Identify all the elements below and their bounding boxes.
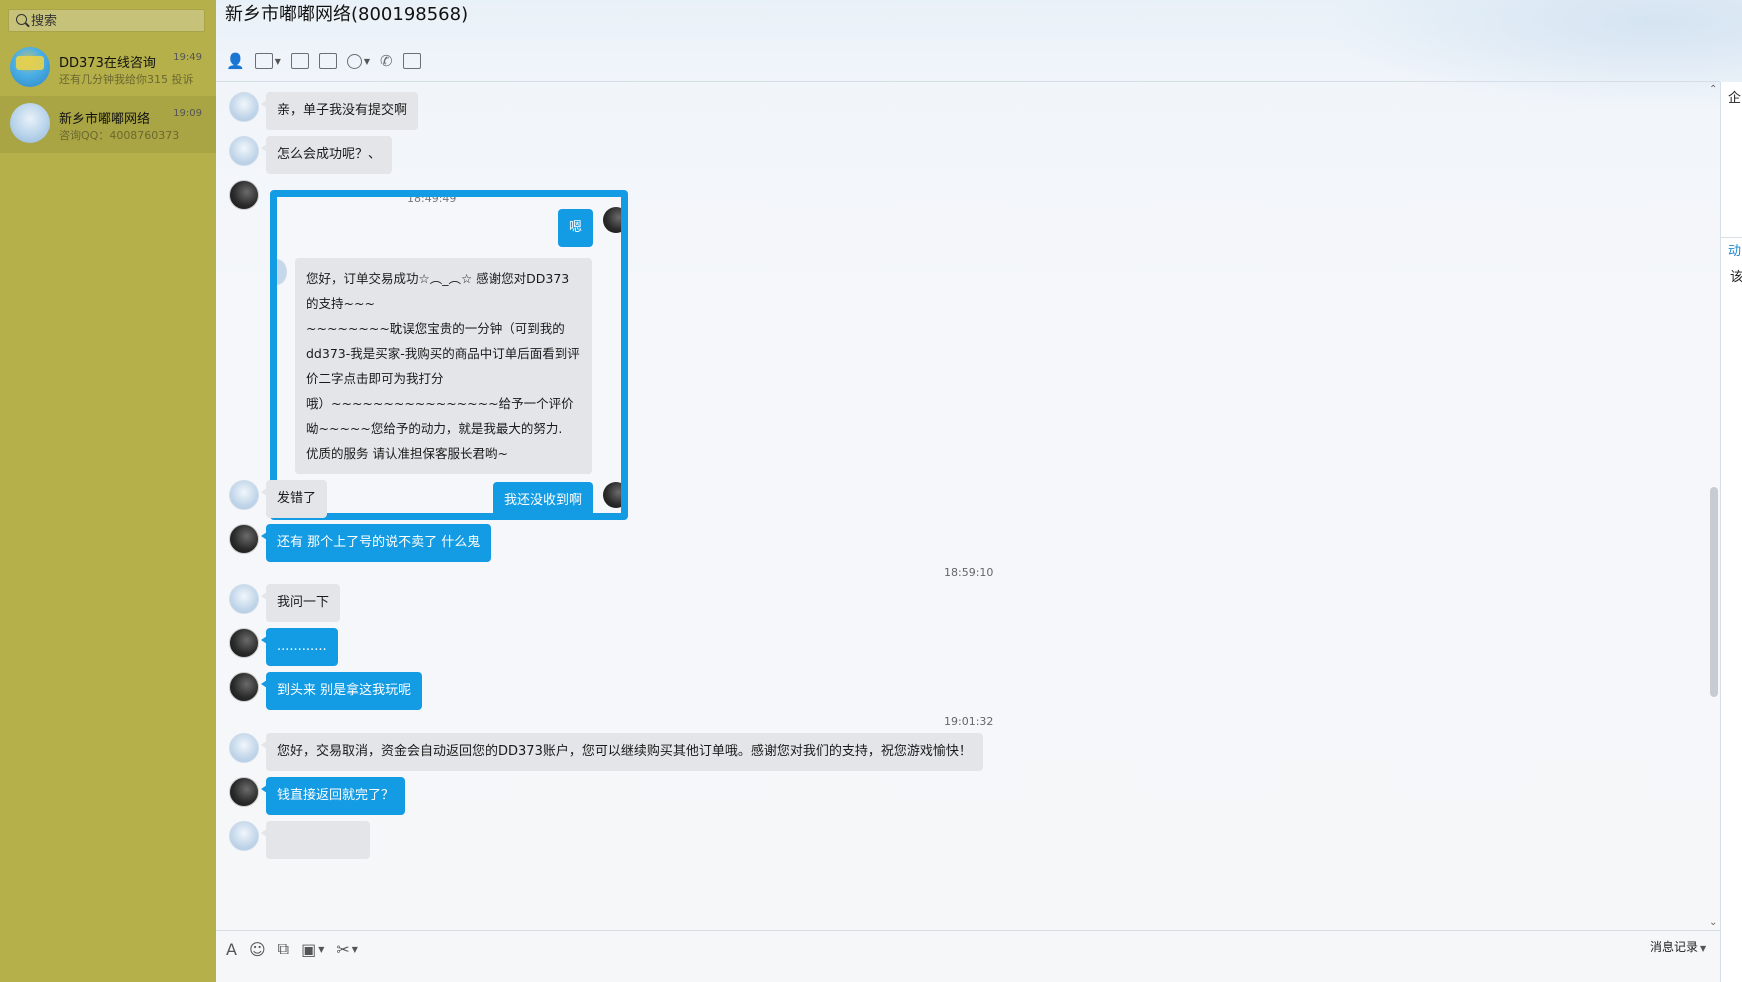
avatar [603, 482, 621, 508]
contact-time: 19:09 [173, 108, 202, 119]
avatar [10, 103, 50, 143]
input-toolbar: A ☺ ⧉ ▣ ▼ ✂ ▼ [226, 937, 358, 961]
search-box[interactable] [8, 9, 205, 32]
font-icon[interactable]: A [226, 940, 237, 959]
image-icon[interactable]: ▣ ▼ [301, 940, 324, 959]
timestamp: 19:01:32 [944, 715, 994, 728]
chat-toolbar: 👤 ▼ ▼ ✆ [226, 50, 421, 74]
contact-time: 19:49 [173, 52, 202, 63]
avatar [277, 259, 287, 285]
avatar [229, 628, 259, 658]
scroll-down-icon[interactable]: ⌄ [1709, 917, 1717, 928]
contact-icon[interactable]: 👤 [226, 50, 245, 72]
avatar [229, 524, 259, 554]
message-line: ~~~~~~~~耽误您宝贵的一分钟（可到我的dd373-我是买家-我购买的商品中… [306, 321, 580, 386]
avatar [229, 180, 259, 210]
search-input[interactable] [31, 12, 201, 30]
message-bubble: 钱直接返回就完了？ [260, 777, 406, 815]
panel-tab[interactable]: 动 [1728, 240, 1741, 259]
contact-name: DD373在线咨询 [59, 56, 156, 71]
message-line: 优质的服务 请认准担保客服长君哟~ [306, 446, 508, 461]
avatar [229, 584, 259, 614]
scroll-thumb[interactable] [1710, 487, 1718, 697]
avatar [229, 672, 259, 702]
message-line: 您好，订单交易成功☆︵_︵☆ 感谢您对DD373的支持~~~ [306, 271, 570, 311]
chat-window: 新乡市嘟嘟网络(800198568) 👤 ▼ ▼ ✆ 亲，单子我没有提交啊 怎么… [216, 0, 1742, 982]
message-bubble: 嗯 [557, 209, 593, 247]
divider [216, 930, 1720, 931]
message-bubble: 还有 那个上了号的说不卖了 什么鬼 [260, 524, 492, 562]
chevron-down-icon: ▼ [1700, 944, 1707, 953]
avatar [229, 92, 259, 122]
document-icon[interactable] [318, 50, 337, 72]
side-info-panel: 企 动 该 [1720, 82, 1742, 982]
quoted-message-card[interactable]: 18:49:49 嗯 您好，订单交易成功☆︵_︵☆ 感谢您对DD373的支持~~… [270, 190, 628, 520]
message-bubble: 亲，单子我没有提交啊 [260, 92, 419, 130]
avatar [10, 47, 50, 87]
avatar [229, 480, 259, 510]
history-label: 消息记录 [1650, 940, 1699, 954]
message-bubble: 发错了 [260, 480, 328, 518]
conversation-item-dd373[interactable]: DD373在线咨询 19:49 还有几分钟我给你315 投诉 [0, 40, 216, 97]
screenshot-icon[interactable]: ✂ ▼ [336, 940, 358, 959]
contact-preview: 咨询QQ：4008760373 [59, 129, 180, 142]
message-bubble: 到头来 别是拿这我玩呢 [260, 672, 423, 710]
remote-desktop-icon[interactable] [290, 50, 309, 72]
avatar [229, 733, 259, 763]
contact-preview: 还有几分钟我给你315 投诉 [59, 73, 194, 86]
timestamp: 18:49:49 [407, 192, 457, 205]
panel-label: 该 [1730, 270, 1742, 285]
search-icon [16, 14, 27, 25]
divider [1721, 237, 1742, 238]
avatar [603, 207, 621, 233]
contact-name: 新乡市嘟嘟网络 [59, 112, 151, 127]
message-history-button[interactable]: 消息记录 ▼ [1650, 938, 1706, 955]
message-bubble [261, 821, 370, 859]
shake-icon[interactable]: ⧉ [278, 939, 289, 959]
transfer-file-icon[interactable]: ▼ [254, 50, 281, 72]
chat-title: 新乡市嘟嘟网络(800198568) [225, 4, 469, 25]
video-icon[interactable] [402, 50, 421, 72]
message-bubble: ............ [261, 628, 338, 666]
message-scrollbar[interactable]: ⌃ ⌄ [1707, 82, 1721, 930]
avatar [229, 821, 259, 851]
message-bubble: 您好，交易取消，资金会自动返回您的DD373账户，您可以继续购买其他订单哦。感谢… [261, 733, 983, 771]
message-bubble: 我问一下 [260, 584, 341, 622]
message-list[interactable]: 亲，单子我没有提交啊 怎么会成功呢？、 18:49:49 嗯 您好，订单交易成功… [216, 82, 1716, 930]
scroll-up-icon[interactable]: ⌃ [1709, 84, 1717, 95]
emoji-icon[interactable]: ☺ [249, 940, 266, 959]
conversation-item-xinxiang[interactable]: 新乡市嘟嘟网络 19:09 咨询QQ：4008760373 [0, 96, 216, 153]
conversation-sidebar: DD373在线咨询 19:49 还有几分钟我给你315 投诉 新乡市嘟嘟网络 1… [0, 0, 216, 982]
message-bubble: 我还没收到啊 [492, 482, 593, 513]
app-icon[interactable]: ▼ [346, 50, 370, 72]
message-bubble: 您好，订单交易成功☆︵_︵☆ 感谢您对DD373的支持~~~ ~~~~~~~~耽… [295, 258, 592, 474]
timestamp: 18:59:10 [944, 566, 994, 579]
message-bubble: 怎么会成功呢？、 [260, 136, 393, 174]
panel-label: 企 [1728, 91, 1742, 106]
phone-icon[interactable]: ✆ [380, 50, 393, 72]
message-line: 哦）~~~~~~~~~~~~~~~~给予一个评价呦~~~~~您给予的动力，就是我… [306, 396, 574, 436]
avatar [229, 136, 259, 166]
avatar [229, 777, 259, 807]
